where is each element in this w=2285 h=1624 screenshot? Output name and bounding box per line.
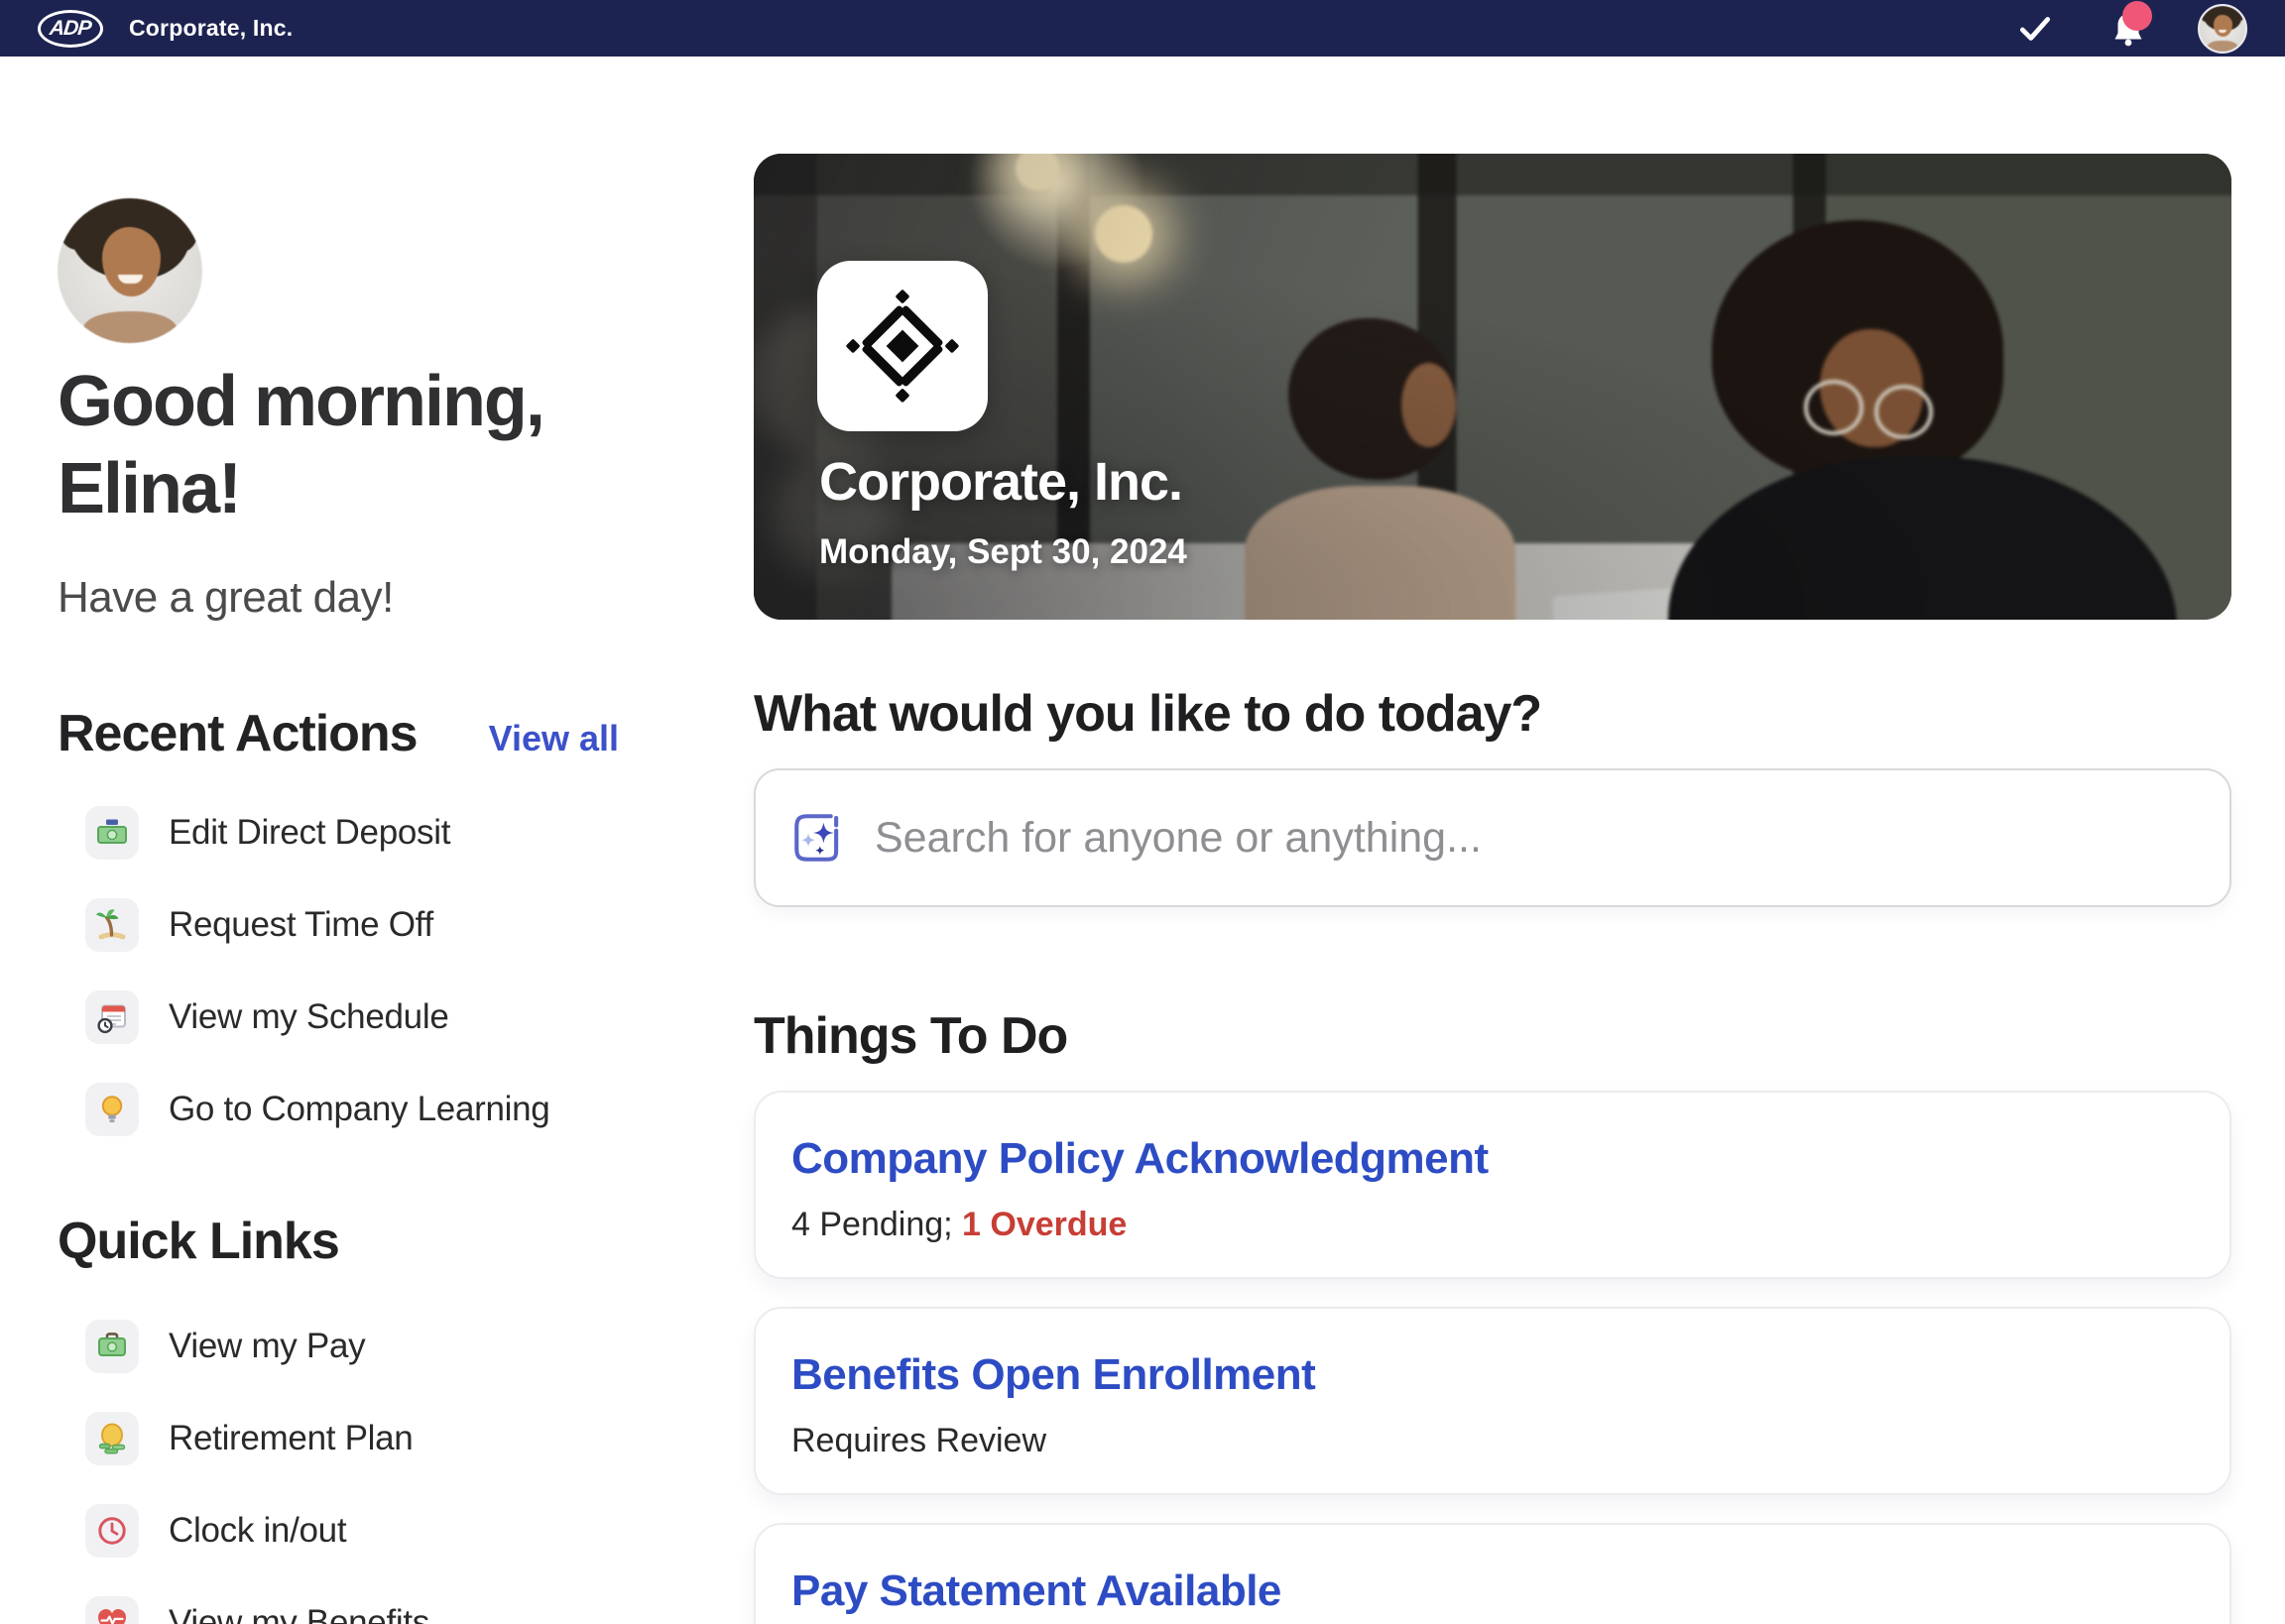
- user-avatar-button[interactable]: [2198, 4, 2247, 54]
- quick-link-clock-in-out[interactable]: Clock in/out: [85, 1503, 429, 1559]
- todo-card-title[interactable]: Benefits Open Enrollment: [791, 1350, 2190, 1400]
- things-to-do-title: Things To Do: [754, 1006, 1067, 1066]
- adp-logo: ADP: [38, 10, 103, 48]
- recent-action-view-my-schedule[interactable]: View my Schedule: [85, 989, 549, 1045]
- quick-link-retirement-plan[interactable]: Retirement Plan: [85, 1411, 429, 1466]
- quick-links-title: Quick Links: [58, 1212, 339, 1271]
- hero-date: Monday, Sept 30, 2024: [819, 532, 1187, 572]
- quick-link-view-my-pay[interactable]: View my Pay: [85, 1319, 429, 1374]
- todo-card-status: Requires Review: [791, 1422, 2190, 1460]
- icon-tile: [85, 1504, 139, 1558]
- todo-card-status: 4 Pending; 1 Overdue: [791, 1206, 2190, 1244]
- heart-pulse-icon: [94, 1605, 130, 1624]
- status-text: Requires Review: [791, 1422, 1046, 1459]
- company-diamond-logo-icon: [845, 289, 960, 404]
- recent-action-label: Request Time Off: [169, 905, 433, 945]
- recent-action-label: Edit Direct Deposit: [169, 813, 450, 853]
- ai-sparkle-search-icon: [789, 809, 847, 867]
- recent-action-edit-direct-deposit[interactable]: Edit Direct Deposit: [85, 805, 549, 861]
- greeting-subtitle: Have a great day!: [58, 573, 394, 623]
- todo-card-pay-statement[interactable]: Pay Statement Available A new pay statem…: [754, 1523, 2231, 1624]
- avatar-photo: [2200, 6, 2245, 52]
- nest-egg-icon: [94, 1421, 130, 1456]
- adp-logo-text: ADP: [49, 17, 92, 41]
- view-all-link[interactable]: View all: [489, 718, 619, 759]
- greeting-line1: Good morning,: [58, 359, 543, 446]
- quick-link-label: View my Pay: [169, 1327, 365, 1366]
- company-logo-card: [817, 261, 988, 431]
- profile-photo: [58, 198, 202, 343]
- icon-tile: [85, 990, 139, 1044]
- company-hero-banner: Corporate, Inc. Monday, Sept 30, 2024: [754, 154, 2231, 620]
- hero-company-name: Corporate, Inc.: [819, 451, 1182, 513]
- top-navbar: ADP Corporate, Inc.: [0, 0, 2285, 57]
- icon-tile: [85, 898, 139, 952]
- icon-tile: [85, 1320, 139, 1373]
- icon-tile: [85, 1083, 139, 1136]
- greeting-heading: Good morning, Elina!: [58, 359, 543, 533]
- greeting-line2: Elina!: [58, 446, 543, 533]
- todo-card-title[interactable]: Company Policy Acknowledgment: [791, 1134, 2190, 1184]
- icon-tile: [85, 1596, 139, 1624]
- recent-actions-header: Recent Actions View all: [58, 704, 619, 763]
- icon-tile: [85, 1412, 139, 1465]
- money-icon: [94, 815, 130, 851]
- checkmark-icon: [2016, 10, 2054, 48]
- quick-links-list: View my Pay Retirement Plan Clock in/o: [85, 1319, 429, 1624]
- quick-link-label: Clock in/out: [169, 1511, 346, 1551]
- todo-card-title[interactable]: Pay Statement Available: [791, 1566, 2190, 1616]
- search-input[interactable]: [875, 814, 2196, 863]
- calendar-clock-icon: [94, 999, 130, 1035]
- recent-actions-title: Recent Actions: [58, 704, 418, 763]
- quick-link-view-my-benefits[interactable]: View my Benefits: [85, 1595, 429, 1624]
- search-heading: What would you like to do today?: [754, 684, 1541, 744]
- status-pending: 4 Pending;: [791, 1206, 962, 1243]
- palm-vacation-icon: [94, 907, 130, 943]
- quick-link-label: View my Benefits: [169, 1603, 429, 1624]
- lightbulb-icon: [94, 1092, 130, 1127]
- recent-action-request-time-off[interactable]: Request Time Off: [85, 897, 549, 953]
- dashboard-page: ADP Corporate, Inc.: [0, 0, 2285, 1624]
- topbar-actions: [2011, 4, 2247, 54]
- recent-action-company-learning[interactable]: Go to Company Learning: [85, 1082, 549, 1137]
- clock-icon: [94, 1513, 130, 1549]
- search-bar[interactable]: [754, 768, 2231, 907]
- icon-tile: [85, 806, 139, 860]
- recent-actions-list: Edit Direct Deposit Request Time Off: [85, 805, 549, 1174]
- notification-badge: [2122, 1, 2152, 31]
- notifications-button[interactable]: [2105, 5, 2152, 53]
- todo-card-benefits-enrollment[interactable]: Benefits Open Enrollment Requires Review: [754, 1307, 2231, 1495]
- recent-action-label: Go to Company Learning: [169, 1090, 549, 1129]
- briefcase-money-icon: [94, 1329, 130, 1364]
- status-overdue: 1 Overdue: [962, 1206, 1127, 1243]
- todo-card-company-policy[interactable]: Company Policy Acknowledgment 4 Pending;…: [754, 1091, 2231, 1279]
- topbar-company-name: Corporate, Inc.: [129, 15, 293, 42]
- quick-link-label: Retirement Plan: [169, 1419, 413, 1458]
- recent-action-label: View my Schedule: [169, 997, 448, 1037]
- tasks-check-button[interactable]: [2011, 5, 2059, 53]
